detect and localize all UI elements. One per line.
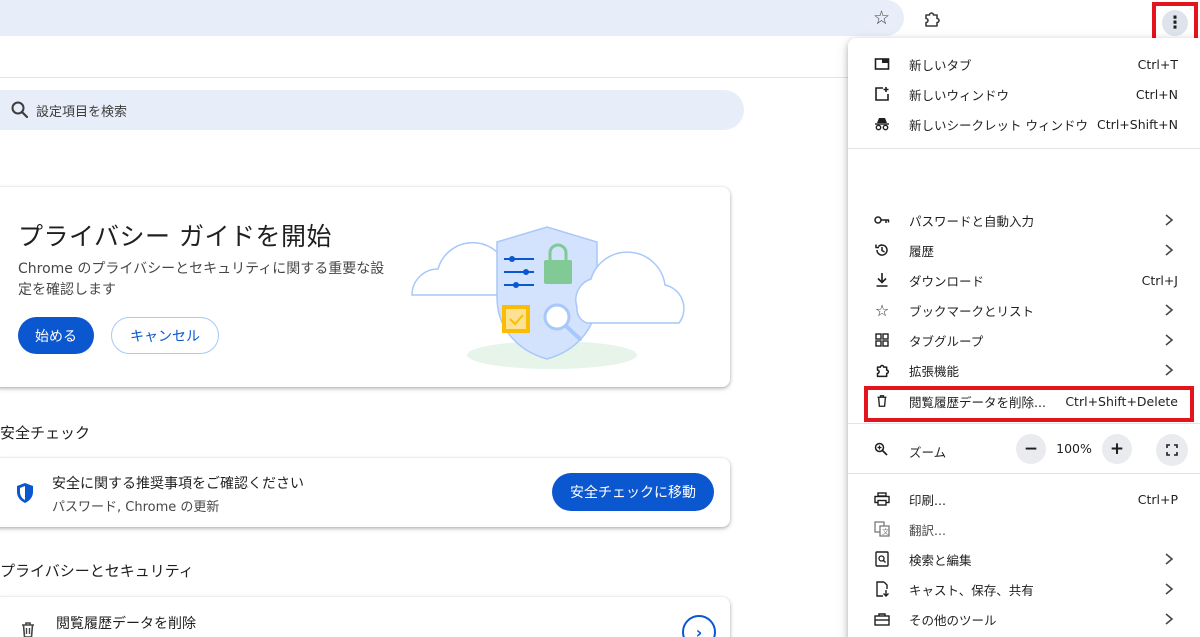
extensions-icon[interactable]: [918, 5, 946, 33]
menu-label: 新しいシークレット ウィンドウ: [909, 117, 1088, 133]
fullscreen-icon: [1166, 444, 1178, 456]
browser-toolbar: ☆ ⋮: [0, 0, 1200, 44]
settings-search-bar[interactable]: 設定項目を検索: [0, 90, 744, 130]
menu-label: ブックマークとリスト: [909, 303, 1035, 319]
chevron-right-icon: [1165, 304, 1174, 316]
menu-item-translate[interactable]: 文 翻訳...: [848, 514, 1200, 544]
menu-label: ダウンロード: [909, 273, 985, 289]
menu-item-extensions[interactable]: 拡張機能: [848, 355, 1200, 385]
print-icon: [874, 491, 890, 507]
menu-shortcut: Ctrl+T: [1137, 56, 1178, 72]
menu-label: タブグループ: [909, 333, 984, 349]
menu-item-more-tools[interactable]: その他のツール: [848, 604, 1200, 634]
svg-text:文: 文: [882, 527, 889, 536]
menu-label: 検索と編集: [909, 552, 972, 568]
new-tab-icon: [874, 56, 890, 72]
zoom-level: 100%: [1056, 441, 1092, 456]
zoom-in-button[interactable]: +: [1102, 434, 1132, 464]
menu-shortcut: Ctrl+P: [1137, 491, 1178, 507]
chevron-right-icon: [1165, 613, 1174, 625]
trash-icon: [22, 622, 34, 637]
tab-groups-icon: [874, 332, 890, 348]
key-icon: [874, 212, 890, 228]
menu-shortcut: Ctrl+J: [1141, 272, 1178, 288]
privacy-guide-title: プライバシー ガイドを開始: [18, 222, 332, 251]
safety-check-subtext: パスワード, Chrome の更新: [52, 500, 220, 515]
clear-browsing-data-row[interactable]: 閲覧履歴データを削除 ›: [0, 597, 730, 637]
safety-check-heading: 安全チェック: [0, 424, 91, 442]
history-icon: [874, 242, 890, 258]
translate-icon: 文: [874, 521, 890, 537]
start-button[interactable]: 始める: [18, 317, 94, 354]
more-vert-icon: ⋮: [1162, 10, 1188, 36]
shield-icon: [17, 483, 33, 503]
chevron-right-icon: [1165, 364, 1174, 376]
menu-item-cast-save-share[interactable]: キャスト、保存、共有: [848, 574, 1200, 604]
menu-divider: [848, 148, 1200, 149]
menu-item-search-and-edit[interactable]: 検索と編集: [848, 544, 1200, 574]
menu-label: 新しいウィンドウ: [909, 87, 1010, 103]
menu-label: キャスト、保存、共有: [909, 582, 1034, 598]
search-placeholder: 設定項目を検索: [36, 104, 128, 120]
menu-shortcut: Ctrl+Shift+N: [1097, 116, 1178, 132]
trash-icon: [874, 393, 890, 409]
privacy-guide-card: プライバシー ガイドを開始 Chrome のプライバシーとセキュリティに関する重…: [0, 187, 730, 387]
chevron-right-icon: [1165, 553, 1174, 565]
star-icon: ☆: [874, 300, 890, 320]
toolbox-icon: [874, 611, 890, 627]
menu-label: 拡張機能: [909, 363, 960, 379]
zoom-out-button[interactable]: −: [1016, 434, 1046, 464]
menu-label: 印刷...: [909, 492, 946, 508]
fullscreen-button[interactable]: [1156, 434, 1188, 466]
chevron-right-icon: [1165, 244, 1174, 256]
zoom-label: ズーム: [909, 445, 947, 460]
chevron-right-icon: [1165, 214, 1174, 226]
menu-item-clear-browsing-data[interactable]: 閲覧履歴データを削除... Ctrl+Shift+Delete: [848, 386, 1200, 416]
menu-item-new-incognito-window[interactable]: 新しいシークレット ウィンドウ Ctrl+Shift+N: [848, 109, 1200, 139]
chevron-right-icon: [1165, 334, 1174, 346]
menu-label: その他のツール: [909, 612, 997, 628]
menu-item-tab-groups[interactable]: タブグループ: [848, 325, 1200, 355]
menu-label: 閲覧履歴データを削除...: [909, 394, 1046, 410]
privacy-guide-description: Chrome のプライバシーとセキュリティに関する重要な設定を確認します: [18, 261, 385, 298]
privacy-security-heading: プライバシーとセキュリティ: [0, 562, 194, 580]
menu-shortcut: Ctrl+Shift+Delete: [1065, 393, 1178, 409]
menu-label: 翻訳...: [909, 522, 946, 538]
clear-browsing-data-label: 閲覧履歴データを削除: [56, 616, 196, 632]
menu-label: 履歴: [909, 243, 935, 259]
menu-item-bookmarks[interactable]: ☆ ブックマークとリスト: [848, 295, 1200, 325]
menu-label: 新しいタブ: [909, 57, 972, 73]
safety-check-message: 安全に関する推奨事項をご確認ください: [52, 476, 304, 492]
menu-shortcut: Ctrl+N: [1135, 86, 1178, 102]
privacy-guide-illustration: [411, 226, 685, 369]
menu-divider: [848, 423, 1200, 424]
zoom-icon: [874, 442, 890, 458]
safety-check-card: 安全に関する推奨事項をご確認ください パスワード, Chrome の更新 安全チ…: [0, 458, 730, 527]
save-page-icon: [874, 581, 890, 597]
header-divider: [0, 77, 848, 78]
new-window-icon: [874, 86, 890, 102]
chevron-right-icon: [1165, 583, 1174, 595]
chevron-right-icon[interactable]: ›: [682, 615, 716, 637]
menu-label: パスワードと自動入力: [909, 213, 1035, 229]
incognito-icon: [874, 116, 890, 132]
go-to-safety-check-button[interactable]: 安全チェックに移動: [552, 473, 714, 511]
address-bar[interactable]: ☆: [0, 0, 904, 36]
menu-divider: [848, 473, 1200, 474]
menu-item-new-window[interactable]: 新しいウィンドウ Ctrl+N: [848, 79, 1200, 109]
bookmark-star-icon[interactable]: ☆: [873, 7, 890, 29]
search-icon: [11, 101, 29, 119]
find-page-icon: [874, 551, 890, 567]
menu-item-new-tab[interactable]: 新しいタブ Ctrl+T: [848, 49, 1200, 79]
cancel-button[interactable]: キャンセル: [111, 317, 219, 354]
menu-item-downloads[interactable]: ダウンロード Ctrl+J: [848, 265, 1200, 295]
menu-item-history[interactable]: 履歴: [848, 235, 1200, 265]
chrome-menu: 新しいタブ Ctrl+T 新しいウィンドウ Ctrl+N 新しいシークレット ウ…: [848, 38, 1200, 637]
extensions-icon: [874, 362, 890, 378]
menu-item-passwords[interactable]: パスワードと自動入力: [848, 205, 1200, 235]
download-icon: [874, 272, 890, 288]
menu-item-print[interactable]: 印刷... Ctrl+P: [848, 484, 1200, 514]
